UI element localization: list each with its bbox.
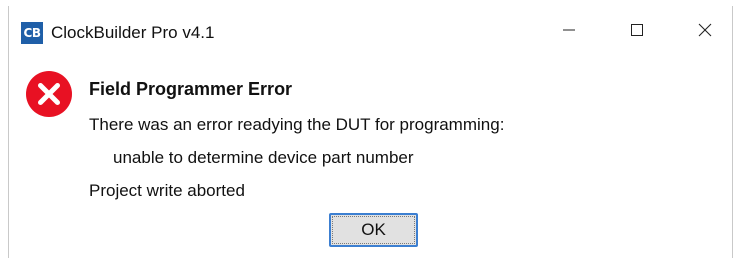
close-button[interactable] [676,6,734,54]
message-line-1: There was an error readying the DUT for … [89,115,505,134]
app-icon: CB [21,22,43,44]
window-title: ClockBuilder Pro v4.1 [51,23,215,42]
ok-button-label: OK [332,216,415,244]
title-bar[interactable]: CB ClockBuilder Pro v4.1 [9,6,732,54]
close-icon [698,23,712,37]
message-line-3: Project write aborted [89,181,245,200]
error-icon [26,71,72,117]
message-line-2: unable to determine device part number [113,148,414,167]
maximize-icon [631,24,643,36]
dialog-window: CB ClockBuilder Pro v4.1 Field Programme… [8,6,733,258]
dialog-heading: Field Programmer Error [89,79,293,99]
minimize-icon [563,29,575,31]
minimize-button[interactable] [540,6,598,54]
maximize-button[interactable] [608,6,666,54]
ok-button[interactable]: OK [329,213,418,247]
